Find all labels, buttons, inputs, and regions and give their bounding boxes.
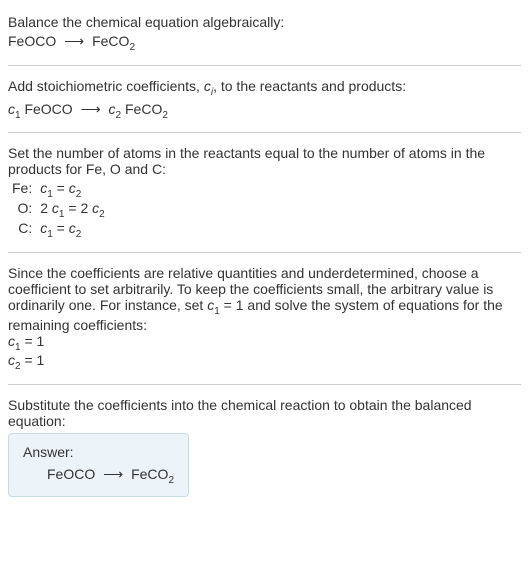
eq1-right-compound: FeCO [92, 33, 129, 49]
answer-right-compound: FeCO [131, 466, 168, 482]
c2-c: c [109, 101, 116, 117]
section-balance-intro: Balance the chemical equation algebraica… [8, 8, 521, 59]
coeff-equation: c1 FeOCO ⟶ c2 FeCO2 [8, 101, 521, 121]
substitute-intro: Substitute the coefficients into the che… [8, 397, 521, 429]
atom-label: O: [8, 200, 36, 220]
atom-label: Fe: [8, 180, 36, 200]
table-row: O: 2 c1 = 2 c2 [8, 200, 109, 220]
atom-equation: 2 c1 = 2 c2 [36, 200, 108, 220]
eq: = [53, 220, 69, 236]
left-compound: FeOCO [21, 101, 73, 117]
s: 2 [99, 209, 105, 220]
divider [8, 252, 521, 253]
atoms-table: Fe: c1 = c2 O: 2 c1 = 2 c2 C: c1 = c2 [8, 180, 109, 239]
val: = 1 [21, 352, 45, 368]
stoich-intro-p2: , to the reactants and products: [213, 78, 406, 94]
table-row: Fe: c1 = c2 [8, 180, 109, 200]
eq: = [53, 180, 69, 196]
right-compound: FeCO [121, 101, 162, 117]
arrow-icon: ⟶ [103, 466, 123, 482]
c: c [69, 180, 76, 196]
section-atoms: Set the number of atoms in the reactants… [8, 139, 521, 245]
divider [8, 132, 521, 133]
atoms-intro: Set the number of atoms in the reactants… [8, 145, 521, 177]
c: c [52, 200, 59, 216]
section-stoich: Add stoichiometric coefficients, ci, to … [8, 72, 521, 127]
arrow-icon: ⟶ [81, 101, 101, 117]
solve-intro: Since the coefficients are relative quan… [8, 265, 521, 333]
balance-intro-text: Balance the chemical equation algebraica… [8, 14, 521, 30]
c: c [69, 220, 76, 236]
pre2: 2 [80, 200, 92, 216]
c: c [8, 352, 15, 368]
atom-label: C: [8, 220, 36, 240]
atom-equation: c1 = c2 [36, 220, 108, 240]
arrow-icon: ⟶ [64, 33, 84, 49]
section-substitute: Substitute the coefficients into the che… [8, 391, 521, 503]
stoich-intro-p1: Add stoichiometric coefficients, [8, 78, 204, 94]
answer-right-sub: 2 [168, 475, 174, 486]
ci-c: c [204, 78, 211, 94]
answer-label: Answer: [23, 444, 174, 460]
answer-box: Answer: FeOCO ⟶ FeCO2 [8, 433, 189, 497]
eq1-left: FeOCO [8, 33, 56, 49]
answer-equation: FeOCO ⟶ FeCO2 [23, 466, 174, 486]
section-solve: Since the coefficients are relative quan… [8, 259, 521, 378]
s: 2 [76, 189, 82, 200]
eq1-right-sub: 2 [129, 42, 135, 53]
coeff-line2: c2 = 1 [8, 352, 521, 372]
c: c [8, 333, 15, 349]
table-row: C: c1 = c2 [8, 220, 109, 240]
atom-equation: c1 = c2 [36, 180, 108, 200]
unbalanced-equation: FeOCO ⟶ FeCO2 [8, 33, 521, 53]
c1-c: c [8, 101, 15, 117]
eq: = [64, 200, 80, 216]
pre1: 2 [40, 200, 52, 216]
divider [8, 65, 521, 66]
set-val: = 1 [220, 297, 244, 313]
s: 2 [76, 229, 82, 240]
right-sub: 2 [162, 109, 168, 120]
val: = 1 [21, 333, 45, 349]
divider [8, 384, 521, 385]
coeff-line1: c1 = 1 [8, 333, 521, 353]
answer-left: FeOCO [47, 466, 95, 482]
stoich-intro: Add stoichiometric coefficients, ci, to … [8, 78, 521, 98]
